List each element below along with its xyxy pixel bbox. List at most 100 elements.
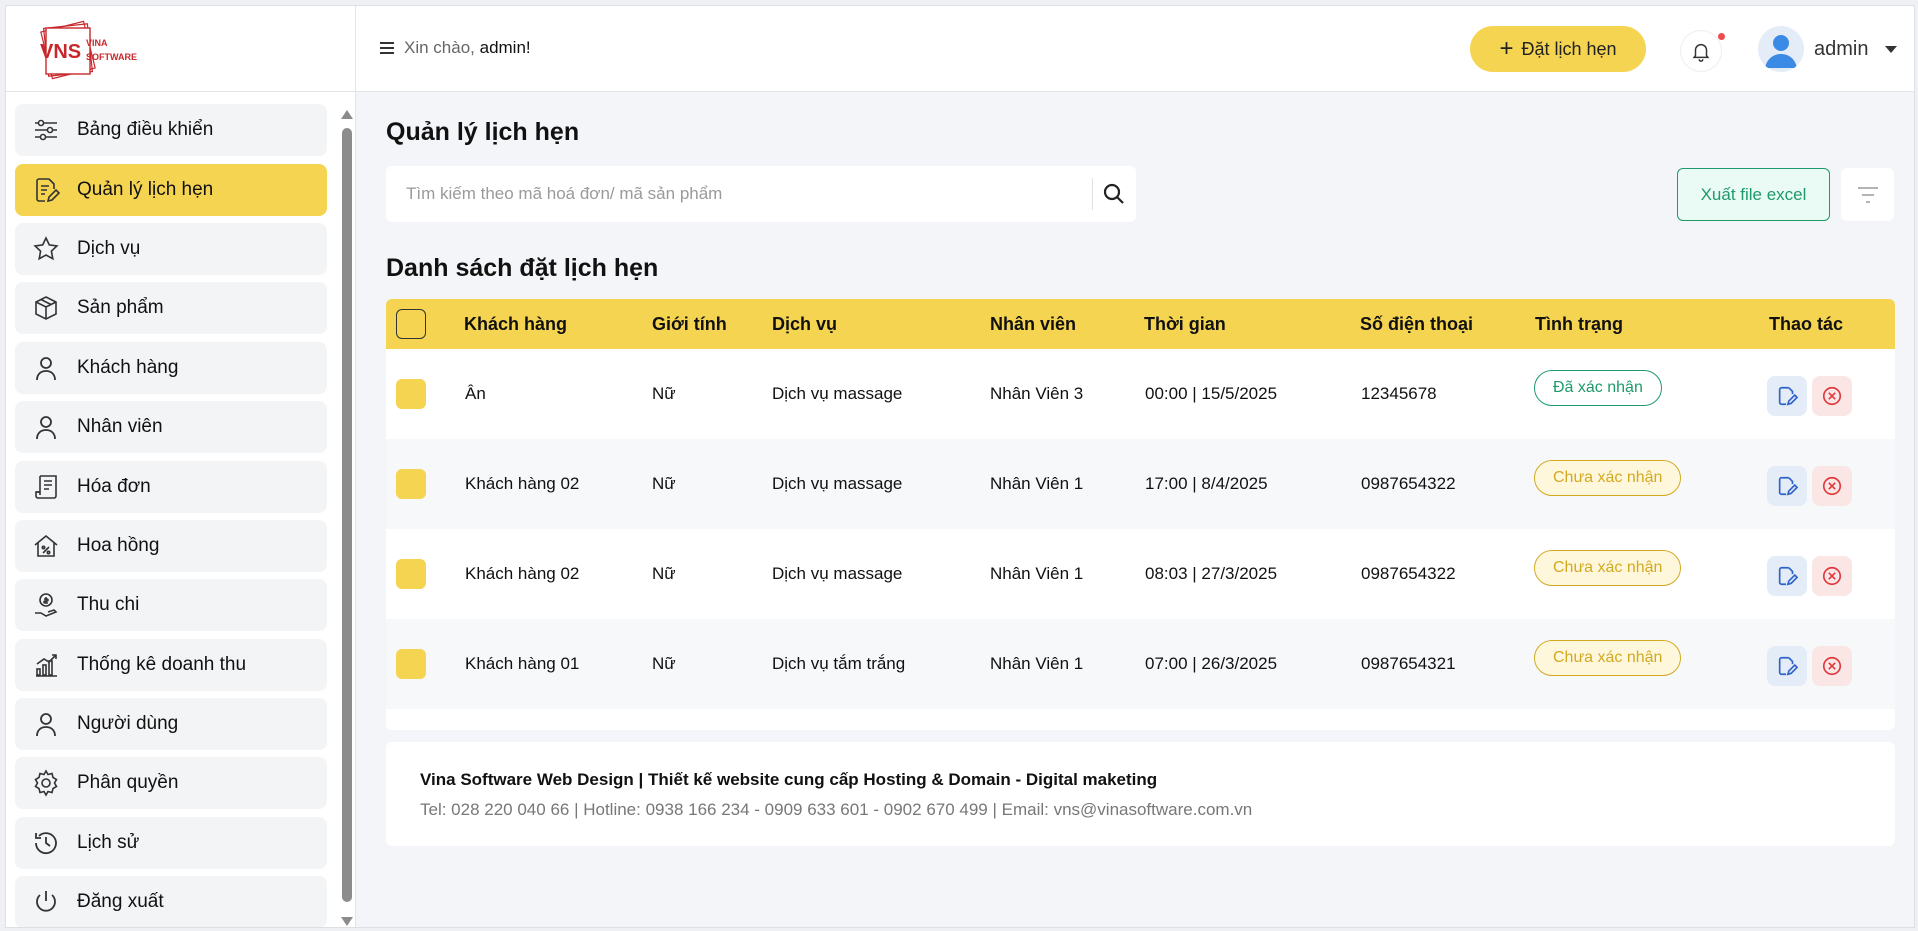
search-icon[interactable] xyxy=(1102,182,1126,206)
user-name[interactable]: admin xyxy=(1814,38,1868,61)
footer: Vina Software Web Design | Thiết kế webs… xyxy=(386,742,1895,846)
column-header-service[interactable]: Dịch vụ xyxy=(772,314,837,335)
edit-icon xyxy=(1778,476,1798,496)
close-circle-icon xyxy=(1822,566,1842,586)
sidebar-item-label: Người dùng xyxy=(77,713,179,734)
row-checkbox[interactable] xyxy=(396,379,426,409)
sidebar-item-13[interactable]: Đăng xuất xyxy=(15,876,327,927)
row-checkbox[interactable] xyxy=(396,559,426,589)
sidebar-item-label: Sản phẩm xyxy=(77,297,164,318)
edit-button[interactable] xyxy=(1767,376,1807,416)
sidebar-item-8[interactable]: Thu chi xyxy=(15,579,327,631)
sidebar-item-1[interactable]: Quản lý lịch hẹn xyxy=(15,164,327,216)
edit-icon xyxy=(1778,566,1798,586)
filter-button[interactable] xyxy=(1841,168,1894,221)
avatar[interactable] xyxy=(1758,26,1804,72)
sidebar-item-3[interactable]: Sản phẩm xyxy=(15,282,327,334)
receipt-icon xyxy=(31,472,61,502)
delete-button[interactable] xyxy=(1812,556,1852,596)
cell-customer: Khách hàng 02 xyxy=(465,474,580,493)
list-title: Danh sách đặt lịch hẹn xyxy=(386,254,659,282)
sidebar-scrollbar[interactable] xyxy=(340,106,354,927)
star-icon xyxy=(31,234,61,264)
delete-button[interactable] xyxy=(1812,646,1852,686)
cell-service: Dịch vụ tắm trắng xyxy=(772,654,906,673)
cell-gender: Nữ xyxy=(652,564,676,583)
sidebar-item-0[interactable]: Bảng điều khiển xyxy=(15,104,327,156)
sidebar-item-label: Thống kê doanh thu xyxy=(77,654,247,675)
cell-staff: Nhân Viên 1 xyxy=(990,474,1084,493)
status-badge: Chưa xác nhận xyxy=(1534,640,1682,676)
export-excel-button[interactable]: Xuất file excel xyxy=(1677,168,1830,221)
notification-bell-icon[interactable] xyxy=(1680,30,1722,72)
sidebar: VNS VINA SOFTWARE Bảng điều khiển Quản lý… xyxy=(6,6,356,927)
sliders-icon xyxy=(31,115,61,145)
status-badge: Chưa xác nhận xyxy=(1534,460,1682,496)
chart-icon xyxy=(31,650,61,680)
sidebar-item-label: Thu chi xyxy=(77,594,140,615)
cell-time: 00:00 | 15/5/2025 xyxy=(1145,384,1278,403)
history-icon xyxy=(31,828,61,858)
row-checkbox[interactable] xyxy=(396,469,426,499)
user-icon xyxy=(31,353,61,383)
select-all-checkbox[interactable] xyxy=(396,309,426,339)
sidebar-item-2[interactable]: Dịch vụ xyxy=(15,223,327,275)
greeting-user: admin! xyxy=(479,38,531,57)
cell-time: 17:00 | 8/4/2025 xyxy=(1145,474,1268,493)
sidebar-item-11[interactable]: Phân quyền xyxy=(15,757,327,809)
search-input[interactable] xyxy=(386,166,1086,222)
column-header-phone[interactable]: Số điện thoại xyxy=(1360,314,1473,335)
column-header-time[interactable]: Thời gian xyxy=(1144,314,1226,335)
cell-time: 07:00 | 26/3/2025 xyxy=(1145,654,1278,673)
sidebar-item-4[interactable]: Khách hàng xyxy=(15,342,327,394)
delete-button[interactable] xyxy=(1812,376,1852,416)
table-header: Khách hàng Giới tính Dịch vụ Nhân viên T… xyxy=(386,299,1895,349)
sidebar-item-label: Phân quyền xyxy=(77,772,179,793)
close-circle-icon xyxy=(1822,656,1842,676)
edit-button[interactable] xyxy=(1767,466,1807,506)
cell-customer: Ân xyxy=(465,384,486,403)
sidebar-item-6[interactable]: Hóa đơn xyxy=(15,461,327,513)
logo-line2: SOFTWARE xyxy=(86,52,137,62)
close-circle-icon xyxy=(1822,476,1842,496)
book-appointment-button[interactable]: + Đặt lịch hẹn xyxy=(1470,26,1646,72)
page-title: Quản lý lịch hẹn xyxy=(386,118,580,146)
cell-time: 08:03 | 27/3/2025 xyxy=(1145,564,1278,583)
sidebar-item-12[interactable]: Lịch sử xyxy=(15,817,327,869)
money-hand-icon xyxy=(31,590,61,620)
filter-icon xyxy=(1857,186,1878,203)
sidebar-item-label: Lịch sử xyxy=(77,832,140,853)
edit-button[interactable] xyxy=(1767,646,1807,686)
sidebar-item-7[interactable]: Hoa hồng xyxy=(15,520,327,572)
cell-service: Dịch vụ massage xyxy=(772,474,903,493)
status-badge: Chưa xác nhận xyxy=(1534,550,1682,586)
commission-icon xyxy=(31,531,61,561)
column-header-staff[interactable]: Nhân viên xyxy=(990,314,1076,335)
column-header-customer[interactable]: Khách hàng xyxy=(464,314,567,335)
sidebar-item-9[interactable]: Thống kê doanh thu xyxy=(15,639,327,691)
cell-gender: Nữ xyxy=(652,474,676,493)
table-row: Khách hàng 02 Nữ Dịch vụ massage Nhân Viên … xyxy=(386,529,1895,619)
sidebar-nav: Bảng điều khiển Quản lý lịch hẹn Dịch vụ Sả… xyxy=(6,92,356,927)
row-checkbox[interactable] xyxy=(396,649,426,679)
cell-phone: 0987654322 xyxy=(1361,474,1456,493)
column-header-status[interactable]: Tình trạng xyxy=(1535,314,1623,335)
cell-staff: Nhân Viên 1 xyxy=(990,564,1084,583)
scroll-up-arrow[interactable] xyxy=(341,110,353,119)
sidebar-item-5[interactable]: Nhân viên xyxy=(15,401,327,453)
chevron-down-icon[interactable] xyxy=(1885,46,1897,53)
sidebar-item-10[interactable]: Người dùng xyxy=(15,698,327,750)
sidebar-item-label: Hoa hồng xyxy=(77,535,160,556)
column-header-gender[interactable]: Giới tính xyxy=(652,314,727,335)
edit-button[interactable] xyxy=(1767,556,1807,596)
vns-logo[interactable]: VNS VINA SOFTWARE xyxy=(36,20,176,82)
table-row: Ân Nữ Dịch vụ massage Nhân Viên 3 00:00 | 15… xyxy=(386,349,1895,439)
document-edit-icon xyxy=(31,175,61,205)
scroll-thumb[interactable] xyxy=(342,128,352,902)
search-box xyxy=(386,166,1136,222)
power-icon xyxy=(31,887,61,917)
scroll-down-arrow[interactable] xyxy=(341,917,353,926)
delete-button[interactable] xyxy=(1812,466,1852,506)
cell-staff: Nhân Viên 1 xyxy=(990,654,1084,673)
hamburger-menu-icon[interactable] xyxy=(380,42,394,56)
